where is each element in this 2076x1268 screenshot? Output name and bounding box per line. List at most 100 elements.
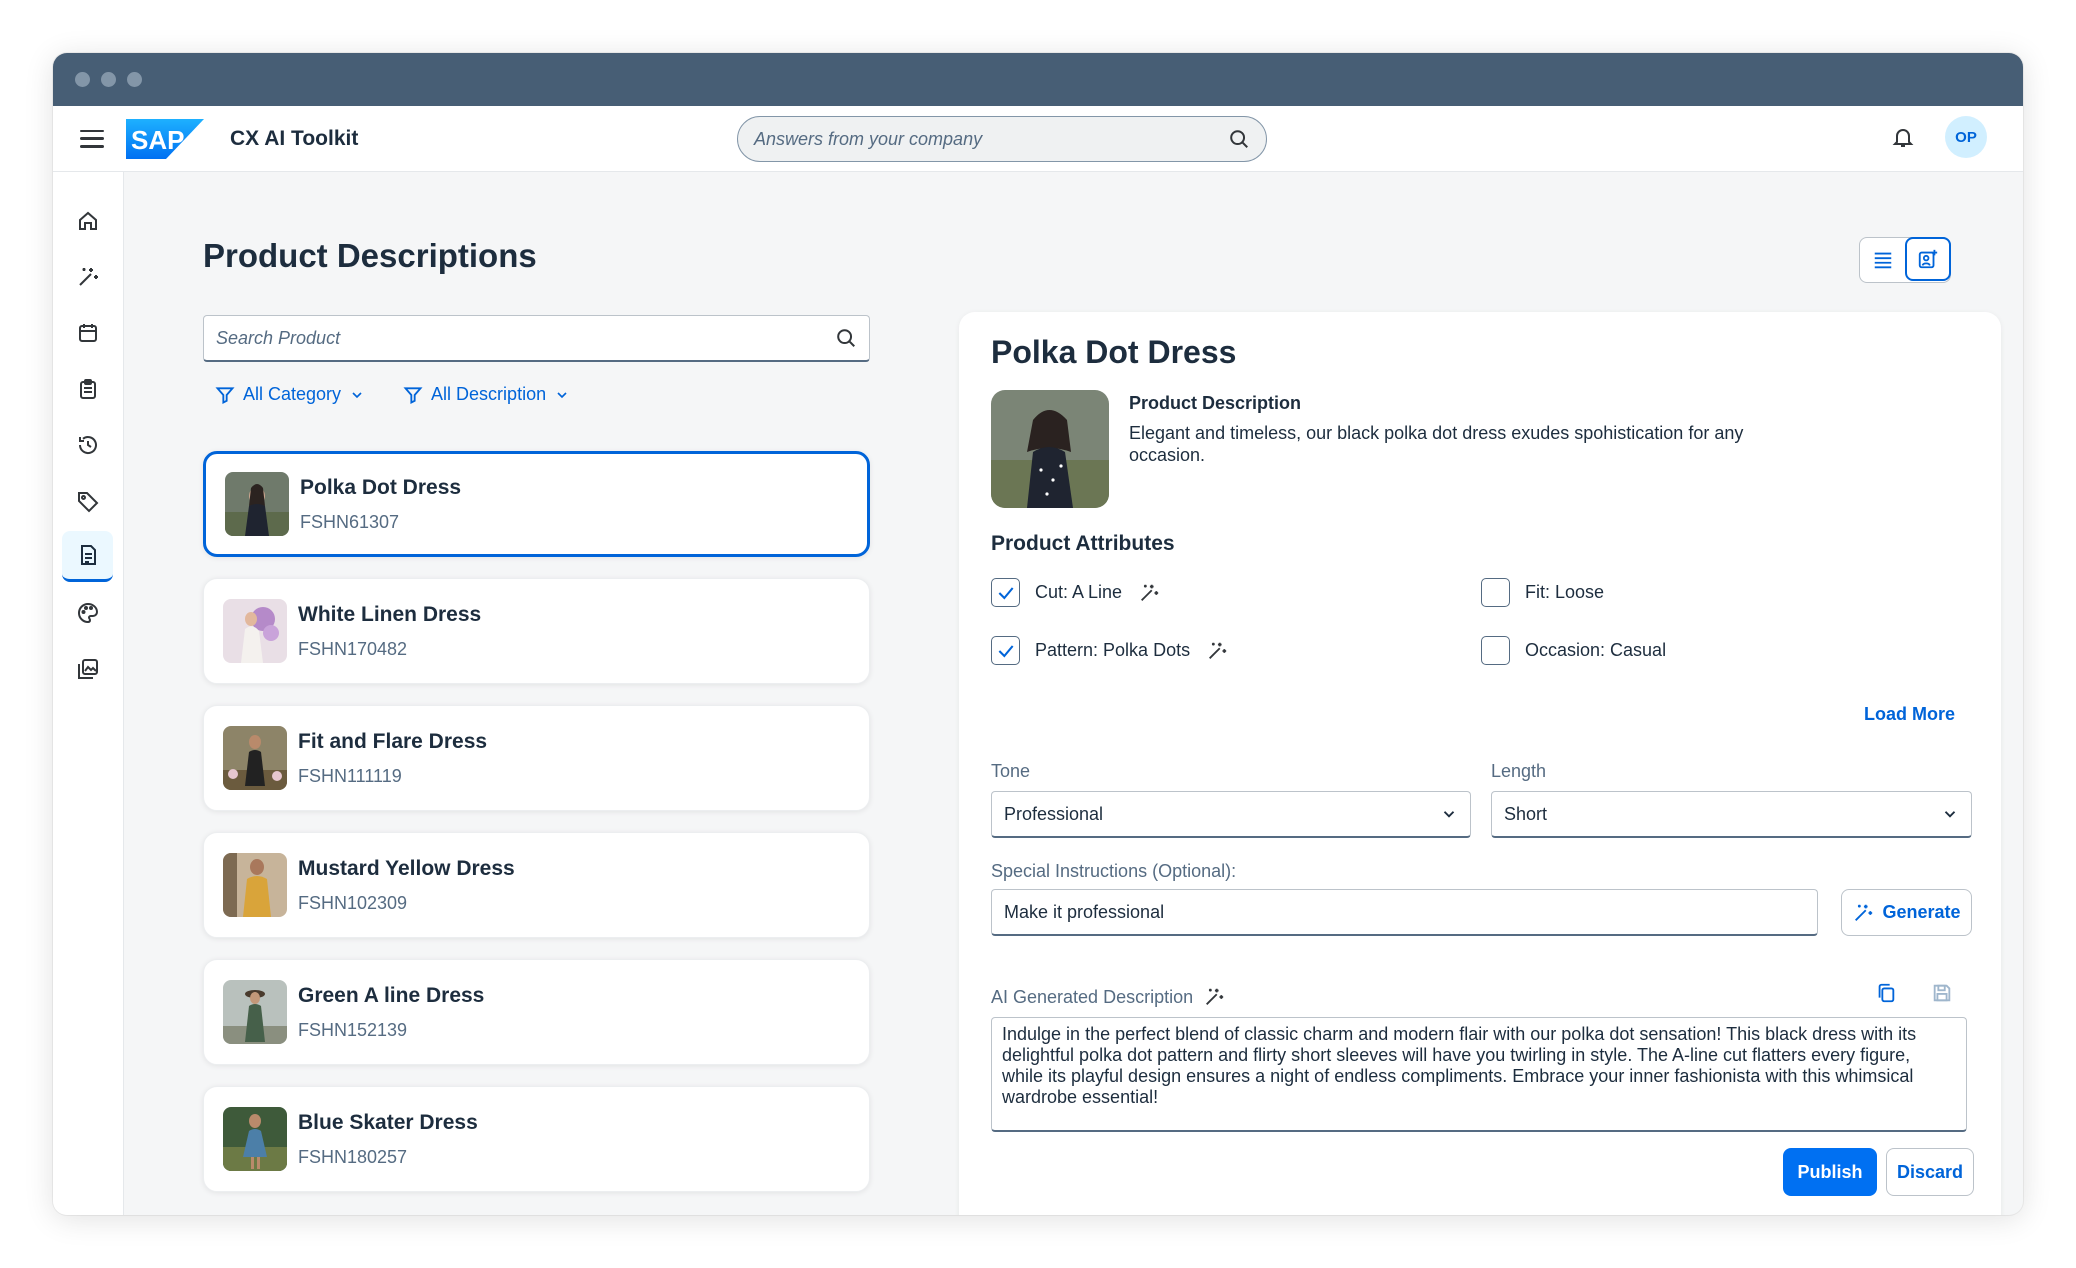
notification-bell-icon[interactable]	[1891, 125, 1915, 149]
special-instructions-label: Special Instructions (Optional):	[991, 861, 1237, 881]
product-card[interactable]: Polka Dot Dress FSHN61307	[203, 451, 870, 557]
window-dot-close[interactable]	[75, 72, 90, 87]
product-description-text: Elegant and timeless, our black polka do…	[1129, 423, 1744, 465]
product-card[interactable]: Green A line Dress FSHN152139	[203, 959, 870, 1065]
ai-description-tools	[1875, 982, 1953, 1004]
nav-palette[interactable]	[62, 587, 113, 638]
shell-actions: OP	[1891, 116, 1987, 158]
window-titlebar	[53, 53, 2023, 106]
sap-logo[interactable]: SAP	[126, 118, 204, 159]
product-card[interactable]: Mustard Yellow Dress FSHN102309	[203, 832, 870, 938]
publish-button[interactable]: Publish	[1783, 1148, 1877, 1196]
chevron-down-icon	[352, 391, 362, 398]
length-label: Length	[1491, 761, 1547, 781]
checkbox-occasion[interactable]	[1481, 636, 1510, 665]
attribute-cut-label: Cut: A Line	[1035, 582, 1123, 602]
checkbox-fit[interactable]	[1481, 578, 1510, 607]
special-instructions-value: Make it professional	[1004, 901, 1165, 922]
product-name: White Linen Dress	[298, 602, 482, 626]
filter-bar: All Category All Description	[215, 384, 570, 405]
nav-ai[interactable]	[62, 251, 113, 302]
product-thumbnail	[223, 853, 287, 917]
clipboard-icon	[79, 378, 96, 399]
product-sku: FSHN180257	[298, 1146, 408, 1167]
nav-clipboard[interactable]	[62, 363, 113, 414]
chevron-down-icon	[1443, 811, 1455, 818]
category-filter[interactable]: All Category	[215, 384, 365, 405]
menu-hamburger-icon[interactable]	[80, 129, 104, 148]
product-search-placeholder: Search Product	[216, 327, 341, 348]
product-thumbnail	[223, 599, 287, 663]
list-view-button[interactable]	[1860, 238, 1906, 282]
product-description-label: Product Description	[1129, 393, 1302, 413]
load-more-link[interactable]: Load More	[1864, 704, 1955, 725]
detail-title: Polka Dot Dress	[991, 334, 1237, 370]
home-icon	[78, 211, 97, 230]
window-dot-minimize[interactable]	[101, 72, 116, 87]
view-toggle	[1859, 237, 1951, 283]
product-list: Polka Dot Dress FSHN61307 White Linen Dr…	[203, 451, 870, 1213]
product-card[interactable]: Blue Skater Dress FSHN180257	[203, 1086, 870, 1192]
ai-sparkle-icon	[1141, 584, 1159, 601]
attribute-cut: Cut: A Line	[991, 578, 1160, 607]
product-sku: FSHN61307	[300, 511, 400, 532]
checkbox-pattern[interactable]	[991, 636, 1020, 665]
add-image-icon	[1918, 249, 1938, 269]
product-name: Polka Dot Dress	[300, 475, 462, 499]
attribute-pattern-label: Pattern: Polka Dots	[1035, 640, 1191, 660]
copy-icon[interactable]	[1875, 982, 1897, 1004]
ai-sparkle-icon	[78, 267, 98, 286]
attribute-fit-label: Fit: Loose	[1525, 582, 1605, 602]
checkmark-icon	[998, 586, 1013, 600]
history-icon	[78, 435, 97, 454]
ai-sparkle-icon	[1209, 642, 1227, 659]
product-thumbnail	[223, 726, 287, 790]
main-content: Product Descriptions Search Product All …	[124, 172, 2023, 1215]
nav-product-descriptions[interactable]	[62, 531, 113, 582]
tone-select[interactable]: Professional	[991, 791, 1471, 838]
ai-description-textarea[interactable]: Indulge in the perfect blend of classic …	[991, 1017, 1967, 1132]
chevron-down-icon	[1944, 811, 1956, 818]
description-filter[interactable]: All Description	[403, 384, 570, 405]
product-search-field[interactable]: Search Product	[203, 315, 870, 362]
nav-calendar[interactable]	[62, 307, 113, 358]
nav-history[interactable]	[62, 419, 113, 470]
attribute-occasion: Occasion: Casual	[1481, 636, 1666, 665]
generate-button[interactable]: Generate	[1841, 889, 1972, 936]
ai-sparkle-icon	[1855, 904, 1873, 921]
global-search-field[interactable]: Answers from your company	[737, 116, 1267, 162]
product-card[interactable]: Fit and Flare Dress FSHN111119	[203, 705, 870, 811]
attribute-occasion-label: Occasion: Casual	[1525, 640, 1667, 660]
ai-sparkle-icon	[1206, 988, 1224, 1005]
special-instructions-input[interactable]: Make it professional	[991, 889, 1818, 936]
list-icon	[1874, 252, 1892, 269]
window-dot-maximize[interactable]	[127, 72, 142, 87]
ai-description-header: AI Generated Description	[991, 986, 1225, 1008]
nav-tags[interactable]	[62, 475, 113, 526]
tone-value: Professional	[1004, 803, 1104, 824]
ai-description-label: AI Generated Description	[991, 986, 1194, 1007]
attribute-fit: Fit: Loose	[1481, 578, 1604, 607]
nav-home[interactable]	[62, 195, 113, 246]
detail-view-button[interactable]	[1905, 237, 1951, 281]
checkbox-cut[interactable]	[991, 578, 1020, 607]
length-select[interactable]: Short	[1491, 791, 1972, 838]
search-icon[interactable]	[1228, 128, 1250, 150]
nav-gallery[interactable]	[62, 643, 113, 694]
tag-icon	[77, 491, 98, 512]
product-name: CX AI Toolkit	[230, 126, 359, 150]
generate-button-label: Generate	[1882, 902, 1961, 922]
product-name: Fit and Flare Dress	[298, 729, 488, 753]
length-value: Short	[1504, 803, 1548, 824]
product-name: Green A line Dress	[298, 983, 485, 1007]
app-window: SAP CX AI Toolkit Answers from your comp…	[53, 53, 2023, 1215]
product-sku: FSHN111119	[298, 765, 402, 786]
product-image	[991, 390, 1109, 508]
filter-icon	[403, 386, 423, 404]
filter-icon	[215, 386, 235, 404]
user-avatar[interactable]: OP	[1945, 116, 1987, 158]
discard-button[interactable]: Discard	[1886, 1148, 1974, 1196]
save-icon[interactable]	[1931, 982, 1953, 1004]
product-card[interactable]: White Linen Dress FSHN170482	[203, 578, 870, 684]
search-icon[interactable]	[835, 327, 857, 349]
